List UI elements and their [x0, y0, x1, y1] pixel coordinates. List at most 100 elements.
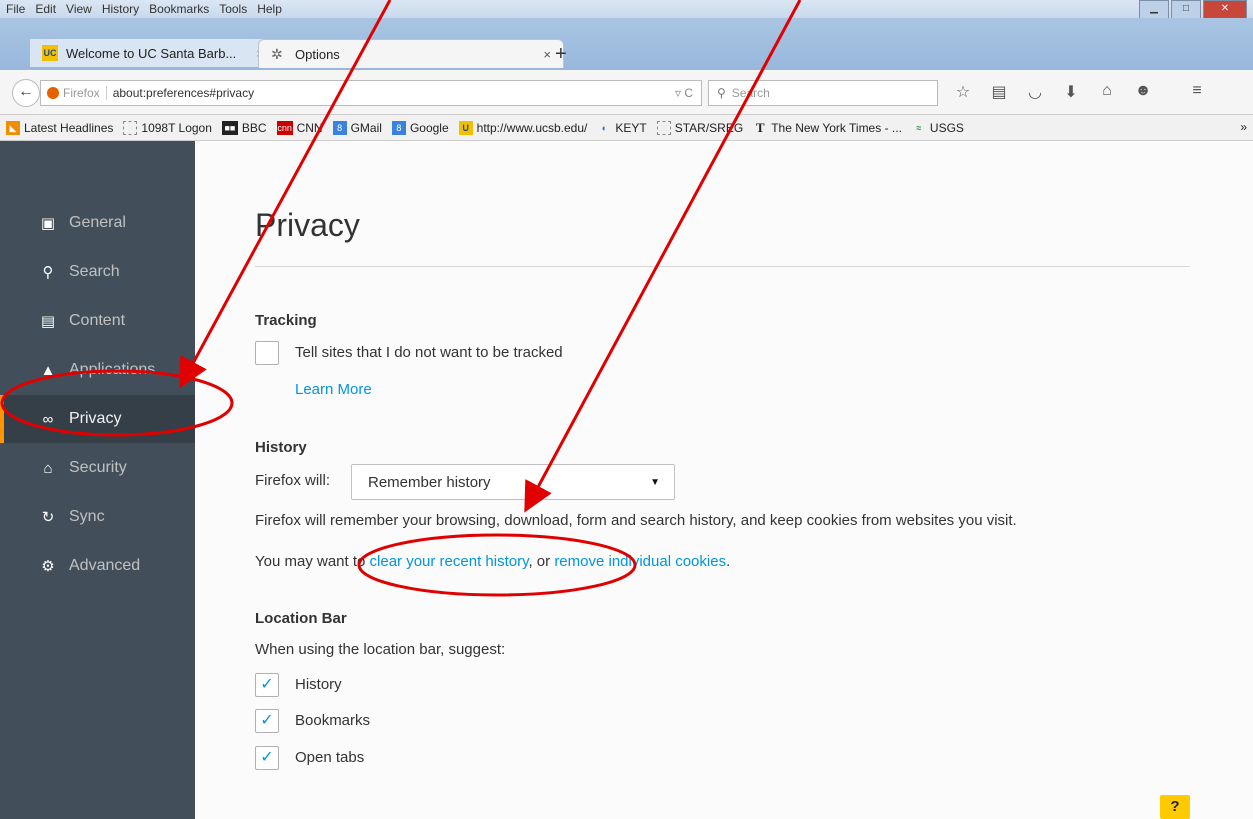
firefox-will-label: Firefox will:	[255, 472, 331, 489]
bbc-icon: ■■	[221, 120, 238, 135]
bookmark-label: The New York Times - ...	[771, 120, 902, 135]
menu-view[interactable]: View	[66, 2, 92, 16]
menu-help[interactable]: Help	[257, 2, 282, 16]
menu-icon[interactable]: ≡	[1179, 82, 1215, 102]
sidebar-item-label: Advanced	[69, 557, 141, 574]
privacy-mask-icon: ∞	[42, 410, 54, 428]
reading-list-icon[interactable]: ▤	[981, 82, 1017, 102]
bookmark-item[interactable]: ◐ KEYT	[597, 120, 647, 135]
history-mode-value: Remember history	[368, 473, 491, 491]
page-icon	[656, 120, 671, 135]
search-icon: ⚲	[717, 86, 726, 100]
bookmark-item[interactable]: ■■ BBC	[221, 120, 267, 135]
sidebar-item-sync[interactable]: ↻ Sync	[0, 493, 195, 541]
close-window-button[interactable]: ✕	[1203, 0, 1247, 19]
bookmark-item[interactable]: Uhttp://www.ucsb.edu/	[458, 120, 587, 135]
pocket-icon[interactable]: ◡	[1017, 82, 1053, 102]
suggest-history-checkbox[interactable]: ✓	[255, 673, 279, 697]
sidebar-item-search[interactable]: ⚲ Search	[0, 248, 195, 296]
dropdown-arrow-icon: ▼	[650, 476, 660, 488]
sync-icon: ↻	[41, 509, 55, 526]
download-icon[interactable]: ⬇	[1053, 82, 1089, 102]
tab-options[interactable]: ✲ Options ×	[258, 39, 564, 68]
bookmark-label: STAR/SREG	[674, 120, 744, 135]
bookmark-item[interactable]: 1098T Logon	[123, 120, 212, 135]
bookmark-item[interactable]: T The New York Times - ...	[753, 120, 902, 135]
bookmark-item[interactable]: ◣ Latest Headlines	[6, 120, 114, 135]
menu-file[interactable]: File	[6, 2, 25, 16]
preferences-pane: Privacy Tracking Tell sites that I do no…	[195, 141, 1253, 819]
suggest-bookmarks-label: Bookmarks	[295, 712, 371, 729]
sidebar-item-advanced[interactable]: ⚙ Advanced	[0, 542, 195, 590]
gear-icon: ✲	[271, 46, 283, 62]
tab-ucsb[interactable]: UC Welcome to UC Santa Barb... ×	[30, 39, 276, 67]
bookmark-label: Latest Headlines	[24, 120, 114, 135]
firefox-icon	[47, 87, 59, 99]
star-icon[interactable]: ☆	[945, 82, 981, 102]
tab-title: Options	[295, 46, 340, 62]
menu-history[interactable]: History	[102, 2, 139, 16]
period-text: .	[726, 553, 731, 570]
keyt-icon: ◐	[601, 122, 608, 133]
sidebar-item-security[interactable]: ⌂ Security	[0, 444, 195, 492]
menu-edit[interactable]: Edit	[35, 2, 56, 16]
applications-icon: ▲	[40, 361, 56, 379]
usgs-icon: ≈	[916, 122, 922, 133]
do-not-track-checkbox[interactable]	[255, 341, 279, 365]
suggest-bookmarks-checkbox[interactable]: ✓	[255, 709, 279, 733]
new-tab-button[interactable]: +	[555, 43, 567, 66]
sidebar-item-label: Security	[69, 459, 127, 476]
bookmark-item[interactable]: 8 Google	[391, 120, 449, 135]
back-button[interactable]: ←	[12, 79, 40, 107]
help-button[interactable]: ?	[1160, 795, 1190, 819]
chat-icon[interactable]: ☻	[1125, 82, 1161, 102]
suggest-open-tabs-checkbox[interactable]: ✓	[255, 746, 279, 770]
general-icon: ▣	[40, 215, 56, 232]
search-placeholder: Search	[731, 86, 770, 100]
tracking-heading: Tracking	[255, 312, 317, 329]
bookmark-item[interactable]: ≈ USGS	[912, 121, 964, 135]
minimize-button[interactable]: ▁	[1139, 0, 1169, 19]
identity-label: Firefox	[63, 86, 107, 100]
history-mode-select[interactable]: Remember history ▼	[351, 464, 675, 500]
sidebar-item-label: Sync	[69, 508, 105, 525]
sidebar-item-label: Privacy	[69, 410, 122, 427]
suggest-history-label: History	[295, 676, 342, 693]
menu-tools[interactable]: Tools	[219, 2, 247, 16]
sidebar-item-applications[interactable]: ▲ Applications	[0, 346, 195, 394]
sidebar-item-privacy[interactable]: ∞ Privacy	[0, 395, 199, 443]
learn-more-link[interactable]: Learn More	[295, 381, 372, 398]
google-icon: 8	[332, 120, 347, 135]
bookmark-label: KEYT	[615, 120, 647, 135]
page-icon	[123, 120, 138, 135]
sidebar-item-content[interactable]: ▤ Content	[0, 297, 195, 345]
bookmark-item[interactable]: 8 GMail	[332, 120, 382, 135]
suggest-open-tabs-label: Open tabs	[295, 749, 365, 766]
cnn-icon: cnn	[276, 120, 293, 135]
bookmark-item[interactable]: cnn CNN	[276, 120, 323, 135]
clear-recent-history-link[interactable]: clear your recent history	[370, 553, 529, 570]
or-text: , or	[528, 553, 555, 570]
title-divider	[255, 266, 1190, 267]
sidebar-item-label: Search	[69, 263, 120, 280]
menu-bookmarks[interactable]: Bookmarks	[149, 2, 209, 16]
search-input[interactable]: ⚲ Search	[708, 80, 938, 106]
bookmark-item[interactable]: STAR/SREG	[656, 120, 744, 135]
do-not-track-label: Tell sites that I do not want to be trac…	[295, 344, 563, 361]
home-icon[interactable]: ⌂	[1089, 82, 1125, 102]
ucsb-icon: UC	[42, 45, 58, 61]
sidebar-item-label: Content	[69, 312, 126, 329]
advanced-icon: ⚙	[41, 558, 55, 575]
url-bar[interactable]: Firefox about:preferences#privacy ▿ C	[40, 80, 702, 106]
tab-close-icon[interactable]: ×	[543, 47, 551, 62]
maximize-button[interactable]: □	[1171, 0, 1201, 19]
toolbar-icons: ☆ ▤ ◡ ⬇ ⌂ ☻ ≡	[945, 82, 1215, 102]
remove-individual-cookies-link[interactable]: remove individual cookies	[554, 553, 726, 570]
bookmarks-overflow-icon[interactable]: »	[1240, 120, 1247, 134]
sidebar-item-general[interactable]: ▣ General	[0, 199, 195, 247]
reload-icon[interactable]: ▿ C	[675, 86, 693, 100]
history-links-line: You may want to clear your recent histor…	[255, 553, 730, 570]
tab-title: Welcome to UC Santa Barb...	[66, 45, 237, 61]
bookmark-label: Google	[409, 120, 449, 135]
bookmark-label: CNN	[296, 120, 323, 135]
